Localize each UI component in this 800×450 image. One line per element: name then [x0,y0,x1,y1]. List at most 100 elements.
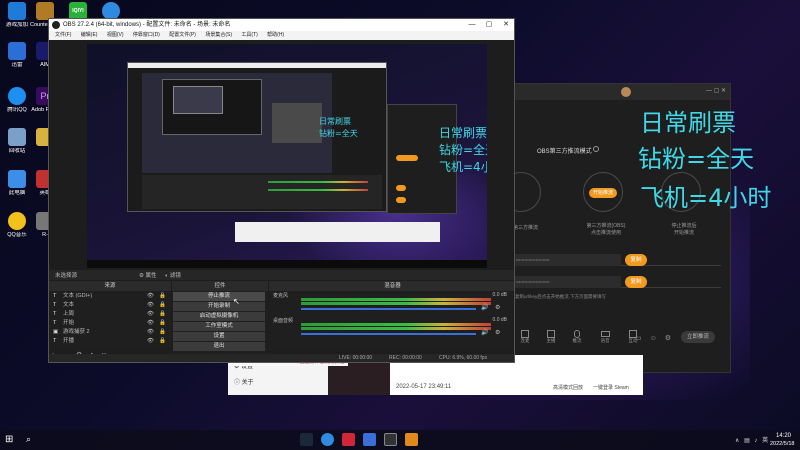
source-item[interactable]: ▣ 游戏捕获 2 👁 🔒 [51,328,169,337]
source-item[interactable]: T 开始 👁 🔒 [51,319,169,328]
about-item[interactable]: ⓘ 关于 [234,377,254,386]
visibility-icon[interactable]: 👁 [147,301,154,310]
desktop-icon-xunlei[interactable]: 迅雷 [2,42,32,69]
app-taskbar-icon[interactable] [342,433,355,446]
steam-login[interactable]: 一键登录 Steam [593,384,629,391]
obs-statusbar: LIVE: 00:00:00 REC: 00:00:00 CPU: 6.9%, … [49,354,514,362]
steam-taskbar-icon[interactable] [300,433,313,446]
volume-icon[interactable]: ♪ [754,438,757,444]
menu-tools[interactable]: 工具(T) [241,32,257,38]
cpu-status: CPU: 6.9%, 60.00 fps [439,355,488,361]
gear-icon[interactable]: ⚙ [495,304,500,311]
app-taskbar-icon[interactable] [363,433,376,446]
visibility-icon[interactable]: 👁 [147,292,154,301]
tool-anchor[interactable]: 主播 [541,330,561,344]
menu-profile[interactable]: 配置文件(P) [169,32,196,38]
lock-icon[interactable]: 🔒 [159,328,166,337]
properties-button[interactable]: ⚙ 属性 [139,271,156,279]
chevron-up-icon[interactable]: ∧ [735,438,739,444]
visibility-icon[interactable]: 👁 [147,328,154,337]
virtual-camera-button[interactable]: 启动虚拟摄像机 [173,312,265,321]
input-language[interactable]: 英 [762,438,768,444]
desktop-icon-qq[interactable]: 腾讯QQ [2,87,32,114]
track-name: 麦克风 [273,293,289,299]
nested-white-panel [235,222,440,242]
visibility-icon[interactable]: 👁 [147,310,154,319]
avatar[interactable] [621,87,631,97]
clock-time[interactable]: 14:20 [776,433,791,439]
lock-icon[interactable]: 🔒 [159,319,166,328]
copy-key-button[interactable]: 复制 [625,276,647,288]
copy-url-button[interactable]: 复制 [625,254,647,266]
track-level: 0.0 dB [492,292,507,298]
studio-mode-button[interactable]: 工作室模式 [173,322,265,331]
search-icon[interactable]: ⌕ [26,434,31,445]
smile-icon[interactable]: ☺ [650,335,657,342]
stop-streaming-button[interactable]: 停止推流 [173,292,265,301]
gear-icon[interactable]: ⚙ [495,329,500,336]
speaker-icon[interactable]: 🔊 [481,304,488,311]
desktop-icon-this-pc[interactable]: 此电脑 [2,170,32,197]
desktop-icon-game[interactable]: 游戏加加 [2,2,32,29]
clock-date[interactable]: 2022/5/18 [770,441,794,447]
network-icon[interactable]: ▤ [744,438,750,444]
source-item[interactable]: T 上周 👁 🔒 [51,310,169,319]
stream-note: 复制url/key后点击开始推流,下方页面需要填写 [515,294,607,299]
source-item[interactable]: T 文本 👁 🔒 [51,301,169,310]
obs-taskbar-icon[interactable] [384,433,397,446]
stream-url-field[interactable]: •••••••••••••••••••••••• [513,254,621,266]
visibility-icon[interactable]: 👁 [147,337,154,346]
tool-stream[interactable]: 推流 [567,330,587,344]
go-live-button[interactable]: 立即推流 [681,331,715,343]
minimize-button[interactable]: — [464,19,480,31]
tool-voice[interactable]: 语音 [595,330,615,344]
edge-taskbar-icon[interactable] [321,433,334,446]
desktop-icon-recycle-bin[interactable]: 回收站 [2,128,32,155]
screen-icon[interactable]: ▭ [635,335,642,342]
text-source-icon: T [53,293,57,299]
obs-preview[interactable]: 日常刷票 钻粉=全天 日常刷票 钻粉=全天 飞机=4小时 [87,44,487,268]
recycle-bin-icon [8,128,26,146]
no-source-label: 未选择源 [55,273,78,279]
tool-link-mic[interactable]: 连麦 [515,330,535,344]
replay-mode: 高清模式回放 [553,385,584,391]
speaker-icon[interactable]: 🔊 [481,329,488,336]
lock-icon[interactable]: 🔒 [159,301,166,310]
filters-button[interactable]: ◐ 滤镜 [165,271,181,279]
bottom-icons: ▭ ☺ ⚙ [635,334,671,342]
source-item[interactable]: T 文本 (GDI+) 👁 🔒 [51,292,169,301]
start-stream-small-button[interactable]: 开始推流 [589,188,617,198]
maximize-button[interactable]: ▢ [481,19,497,31]
rec-status: REC: 00:00:00 [389,355,422,361]
nested-titlebar [128,63,386,68]
app-taskbar-icon[interactable] [405,433,418,446]
nested-orange-1 [396,155,418,161]
exit-button[interactable]: 退出 [173,342,265,351]
stream-key-field[interactable]: •••••••••••••••••••••••• [513,276,621,288]
text-source-icon: T [53,320,57,326]
help-icon[interactable] [593,146,599,152]
lock-icon[interactable]: 🔒 [159,337,166,346]
menu-view[interactable]: 视图(V) [107,32,124,38]
windows-start-icon[interactable]: ⊞ [5,435,15,445]
nested-capture-2 [162,79,262,135]
menu-docks[interactable]: 停靠窗口(D) [133,32,160,38]
source-item[interactable]: T 开播 👁 🔒 [51,337,169,346]
lock-icon[interactable]: 🔒 [159,310,166,319]
lock-icon[interactable]: 🔒 [159,292,166,301]
desktop-icon-qqmusic[interactable]: QQ音乐 [2,212,32,239]
start-recording-button[interactable]: 开始录制 [173,302,265,311]
menu-edit[interactable]: 编辑(E) [81,32,98,38]
visibility-icon[interactable]: 👁 [147,319,154,328]
nested-meter-2 [268,189,368,191]
settings-button[interactable]: 设置 [173,332,265,341]
volume-slider[interactable] [301,333,476,335]
close-button[interactable]: ✕ [498,19,514,31]
menu-help[interactable]: 帮助(H) [267,32,284,38]
menu-scene-collection[interactable]: 场景集合(S) [205,32,232,38]
volume-slider[interactable] [301,308,476,310]
timestamp: 2022-05-17 23:49:11 [396,384,452,390]
menu-file[interactable]: 文件(F) [55,32,71,38]
gear-icon[interactable]: ⚙ [665,335,671,342]
level-meter [301,327,491,330]
